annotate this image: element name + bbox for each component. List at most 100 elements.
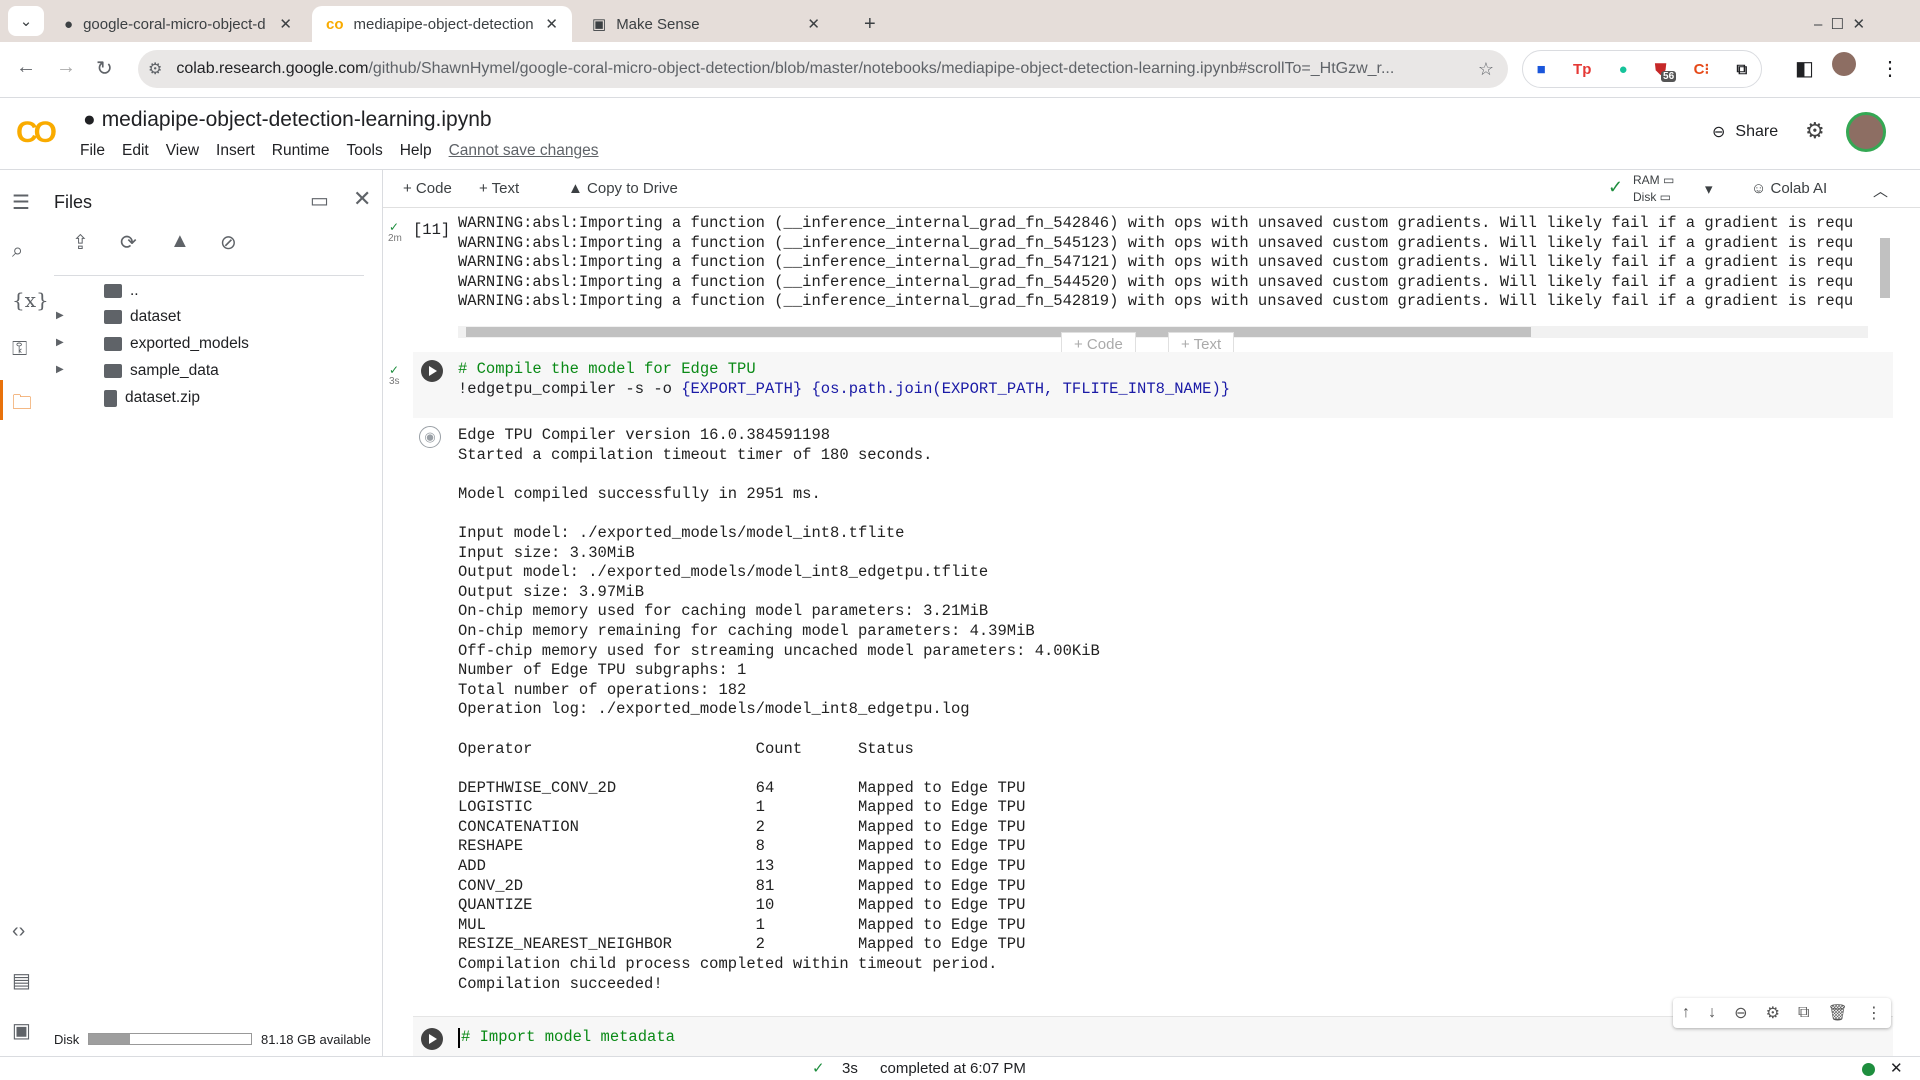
search-icon[interactable]: ⌕ — [12, 240, 23, 263]
file-item-exported-models[interactable]: exported_models — [104, 335, 249, 353]
table-row: CONV_2D 81 Mapped to Edge TPU — [458, 877, 1100, 897]
table-cell: Mapped to Edge TPU — [857, 817, 1026, 836]
table-cell: Mapped to Edge TPU — [857, 915, 1026, 934]
run-cell-button[interactable] — [421, 360, 443, 382]
code-comment[interactable]: # Import model metadata — [458, 1028, 675, 1048]
share-button[interactable]: ⊖ Share — [1712, 122, 1778, 142]
status-text[interactable]: completed at 6:07 PM — [880, 1060, 1026, 1077]
file-item-sample-data[interactable]: sample_data — [104, 362, 219, 380]
scrollbar-thumb[interactable] — [466, 327, 1531, 337]
tab-search-button[interactable]: ⌄ — [8, 6, 44, 36]
table-of-contents-icon[interactable]: ☰ — [12, 190, 30, 215]
resource-monitor[interactable]: RAM ▭ Disk ▭ — [1633, 172, 1674, 206]
hide-files-icon[interactable]: ⊘ — [220, 230, 237, 255]
reload-icon[interactable]: ↻ — [96, 56, 113, 81]
horizontal-scrollbar[interactable] — [458, 326, 1868, 338]
file-item-dataset-zip[interactable]: dataset.zip — [104, 389, 200, 407]
more-icon[interactable]: ⋮ — [1866, 1003, 1882, 1023]
bookmark-star-icon[interactable]: ☆ — [1478, 59, 1494, 80]
menu-runtime[interactable]: Runtime — [272, 142, 330, 160]
c-extension-icon[interactable]: C⁝ — [1694, 60, 1710, 78]
colab-logo: CO — [16, 116, 57, 149]
open-in-tab-icon[interactable]: ▭ — [310, 188, 329, 213]
table-cell: 8 — [755, 837, 765, 856]
tab-github[interactable]: ● google-coral-micro-object-d ✕ — [50, 6, 306, 42]
extensions-puzzle-icon[interactable]: ⧉ — [1737, 61, 1748, 78]
expand-arrow-icon[interactable]: ▶ — [56, 337, 64, 348]
expand-arrow-icon[interactable]: ▶ — [56, 364, 64, 375]
account-avatar[interactable] — [1846, 112, 1886, 152]
tp-extension-icon[interactable]: Tp — [1573, 61, 1591, 78]
window-controls[interactable]: – ☐ ✕ — [1800, 6, 1879, 42]
makesense-icon: ▣ — [592, 16, 607, 33]
vertical-scrollbar[interactable] — [1880, 238, 1890, 298]
settings-gear-icon[interactable]: ⚙ — [1766, 1003, 1780, 1023]
new-tab-button[interactable]: + — [850, 6, 890, 42]
close-icon[interactable]: ✕ — [807, 15, 820, 33]
colab-ai-button[interactable]: ☺ Colab AI — [1751, 180, 1827, 197]
mount-drive-icon[interactable]: ▲ — [170, 230, 190, 253]
menu-view[interactable]: View — [166, 142, 199, 160]
output-line: WARNING:absl:Importing a function (__inf… — [458, 214, 1854, 232]
table-row: RESIZE_NEAREST_NEIGHBOR 2 Mapped to Edge T… — [458, 935, 1100, 955]
runtime-dropdown-icon[interactable]: ▾ — [1705, 180, 1713, 198]
file-item-parent[interactable]: .. — [104, 282, 139, 300]
variables-icon[interactable]: {x} — [12, 288, 49, 312]
run-cell-button[interactable] — [421, 1028, 443, 1050]
settings-gear-icon[interactable]: ⚙ — [1805, 118, 1825, 144]
tab-make-sense[interactable]: ▣ Make Sense ✕ — [578, 6, 834, 42]
cell-output-warnings: WARNING:absl:Importing a function (__inf… — [458, 214, 1903, 312]
code-snippets-icon[interactable]: ‹› — [12, 920, 25, 943]
cannot-save-link[interactable]: Cannot save changes — [449, 142, 599, 160]
refresh-folder-icon[interactable]: ⟳ — [120, 230, 137, 255]
notebook-title[interactable]: mediapipe-object-detection-learning.ipyn… — [102, 108, 492, 132]
menu-tools[interactable]: Tools — [347, 142, 383, 160]
profile-avatar[interactable] — [1832, 52, 1856, 76]
output-line: WARNING:absl:Importing a function (__inf… — [458, 272, 1854, 291]
move-up-icon[interactable]: ↑ — [1682, 1004, 1690, 1022]
secrets-key-icon[interactable]: ⚿ — [12, 338, 27, 361]
menu-help[interactable]: Help — [400, 142, 432, 160]
add-text-button[interactable]: + Text — [479, 180, 519, 197]
side-panel-icon[interactable]: ◧ — [1795, 56, 1814, 81]
copy-to-drive-button[interactable]: ▲ Copy to Drive — [568, 180, 678, 197]
delete-icon[interactable]: 🗑 — [1828, 1003, 1848, 1023]
back-icon[interactable]: ← — [16, 56, 36, 79]
ublock-icon[interactable]: ⛊ 56 — [1655, 61, 1677, 82]
collapse-header-icon[interactable]: ︿ — [1873, 180, 1888, 201]
add-code-button[interactable]: + Code — [403, 180, 452, 197]
site-settings-icon[interactable]: ⚙ — [148, 59, 162, 79]
close-panel-icon[interactable]: ✕ — [353, 186, 371, 212]
output-line: On-chip memory remaining for caching mod… — [458, 621, 1035, 640]
bitwarden-icon[interactable]: ■ — [1537, 61, 1546, 78]
tab-colab[interactable]: co mediapipe-object-detection ✕ — [312, 6, 572, 42]
menu-file[interactable]: File — [80, 142, 105, 160]
output-line: On-chip memory used for caching model pa… — [458, 602, 989, 621]
browser-menu-icon[interactable]: ⋮ — [1880, 56, 1900, 81]
command-palette-icon[interactable]: ▤ — [12, 968, 31, 993]
move-down-icon[interactable]: ↓ — [1708, 1004, 1716, 1022]
url-input[interactable]: ⚙ colab.research.google.com/github/Shawn… — [138, 50, 1508, 88]
forward-icon[interactable]: → — [56, 56, 76, 79]
expand-arrow-icon[interactable]: ▶ — [56, 310, 64, 321]
close-status-icon[interactable]: ✕ — [1890, 1059, 1903, 1077]
grammarly-icon[interactable]: ● — [1619, 61, 1628, 78]
files-folder-icon[interactable]: 🗀 — [12, 388, 32, 422]
menu-edit[interactable]: Edit — [122, 142, 149, 160]
link-icon[interactable]: ⊖ — [1734, 1003, 1747, 1023]
menu-insert[interactable]: Insert — [216, 142, 255, 160]
code-cell-compile[interactable]: # Compile the model for Edge TPU !edgetp… — [413, 352, 1893, 418]
connection-status-icon — [1862, 1063, 1875, 1076]
output-line: Compilation child process completed with… — [458, 955, 998, 974]
upload-file-icon[interactable]: ⇪ — [72, 230, 89, 255]
table-row: RESHAPE 8 Mapped to Edge TPU — [458, 837, 1100, 857]
close-icon[interactable]: ✕ — [279, 15, 292, 33]
code-cell-import[interactable]: # Import model metadata — [413, 1016, 1893, 1056]
terminal-icon[interactable]: ▣ — [12, 1018, 31, 1043]
output-line: Started a compilation timeout timer of 1… — [458, 445, 933, 464]
close-icon[interactable]: ✕ — [545, 15, 558, 33]
file-item-dataset[interactable]: dataset — [104, 308, 181, 326]
mirror-cell-icon[interactable]: ⧉ — [1798, 1004, 1809, 1022]
